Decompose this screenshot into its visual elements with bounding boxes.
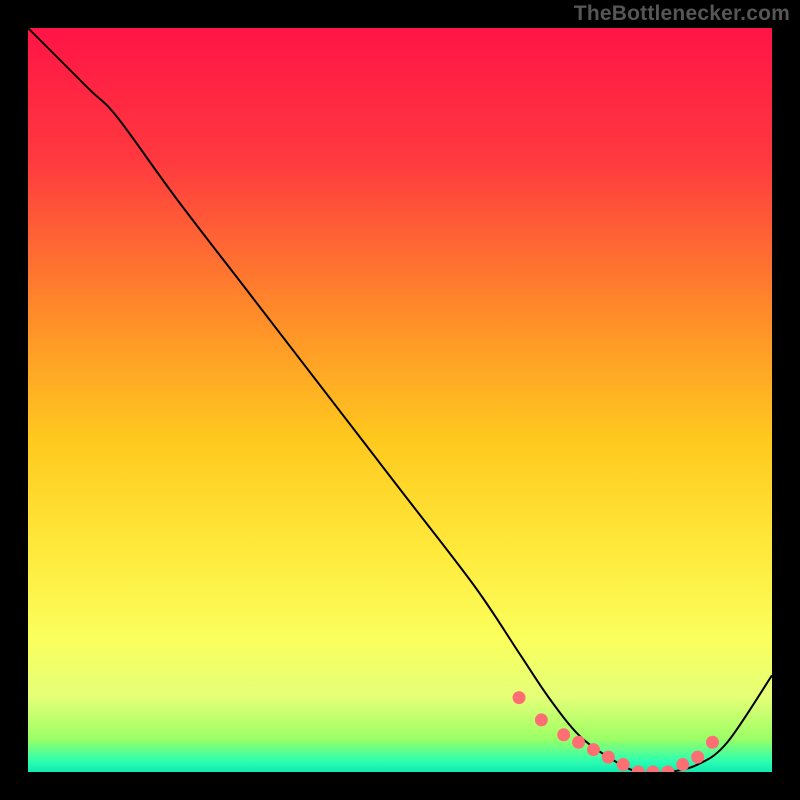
marker-dot (706, 736, 718, 748)
marker-dot (573, 736, 585, 748)
marker-dot (558, 729, 570, 741)
marker-dot (602, 751, 614, 763)
chart-stage: TheBottlenecker.com (0, 0, 800, 800)
marker-dot (587, 744, 599, 756)
marker-dot (513, 692, 525, 704)
background-gradient (28, 28, 772, 772)
marker-dot (617, 759, 629, 771)
marker-dot (692, 751, 704, 763)
marker-dot (535, 714, 547, 726)
plot-area (28, 28, 772, 772)
attribution-label: TheBottlenecker.com (574, 2, 790, 26)
plot-svg (28, 28, 772, 772)
marker-dot (677, 759, 689, 771)
